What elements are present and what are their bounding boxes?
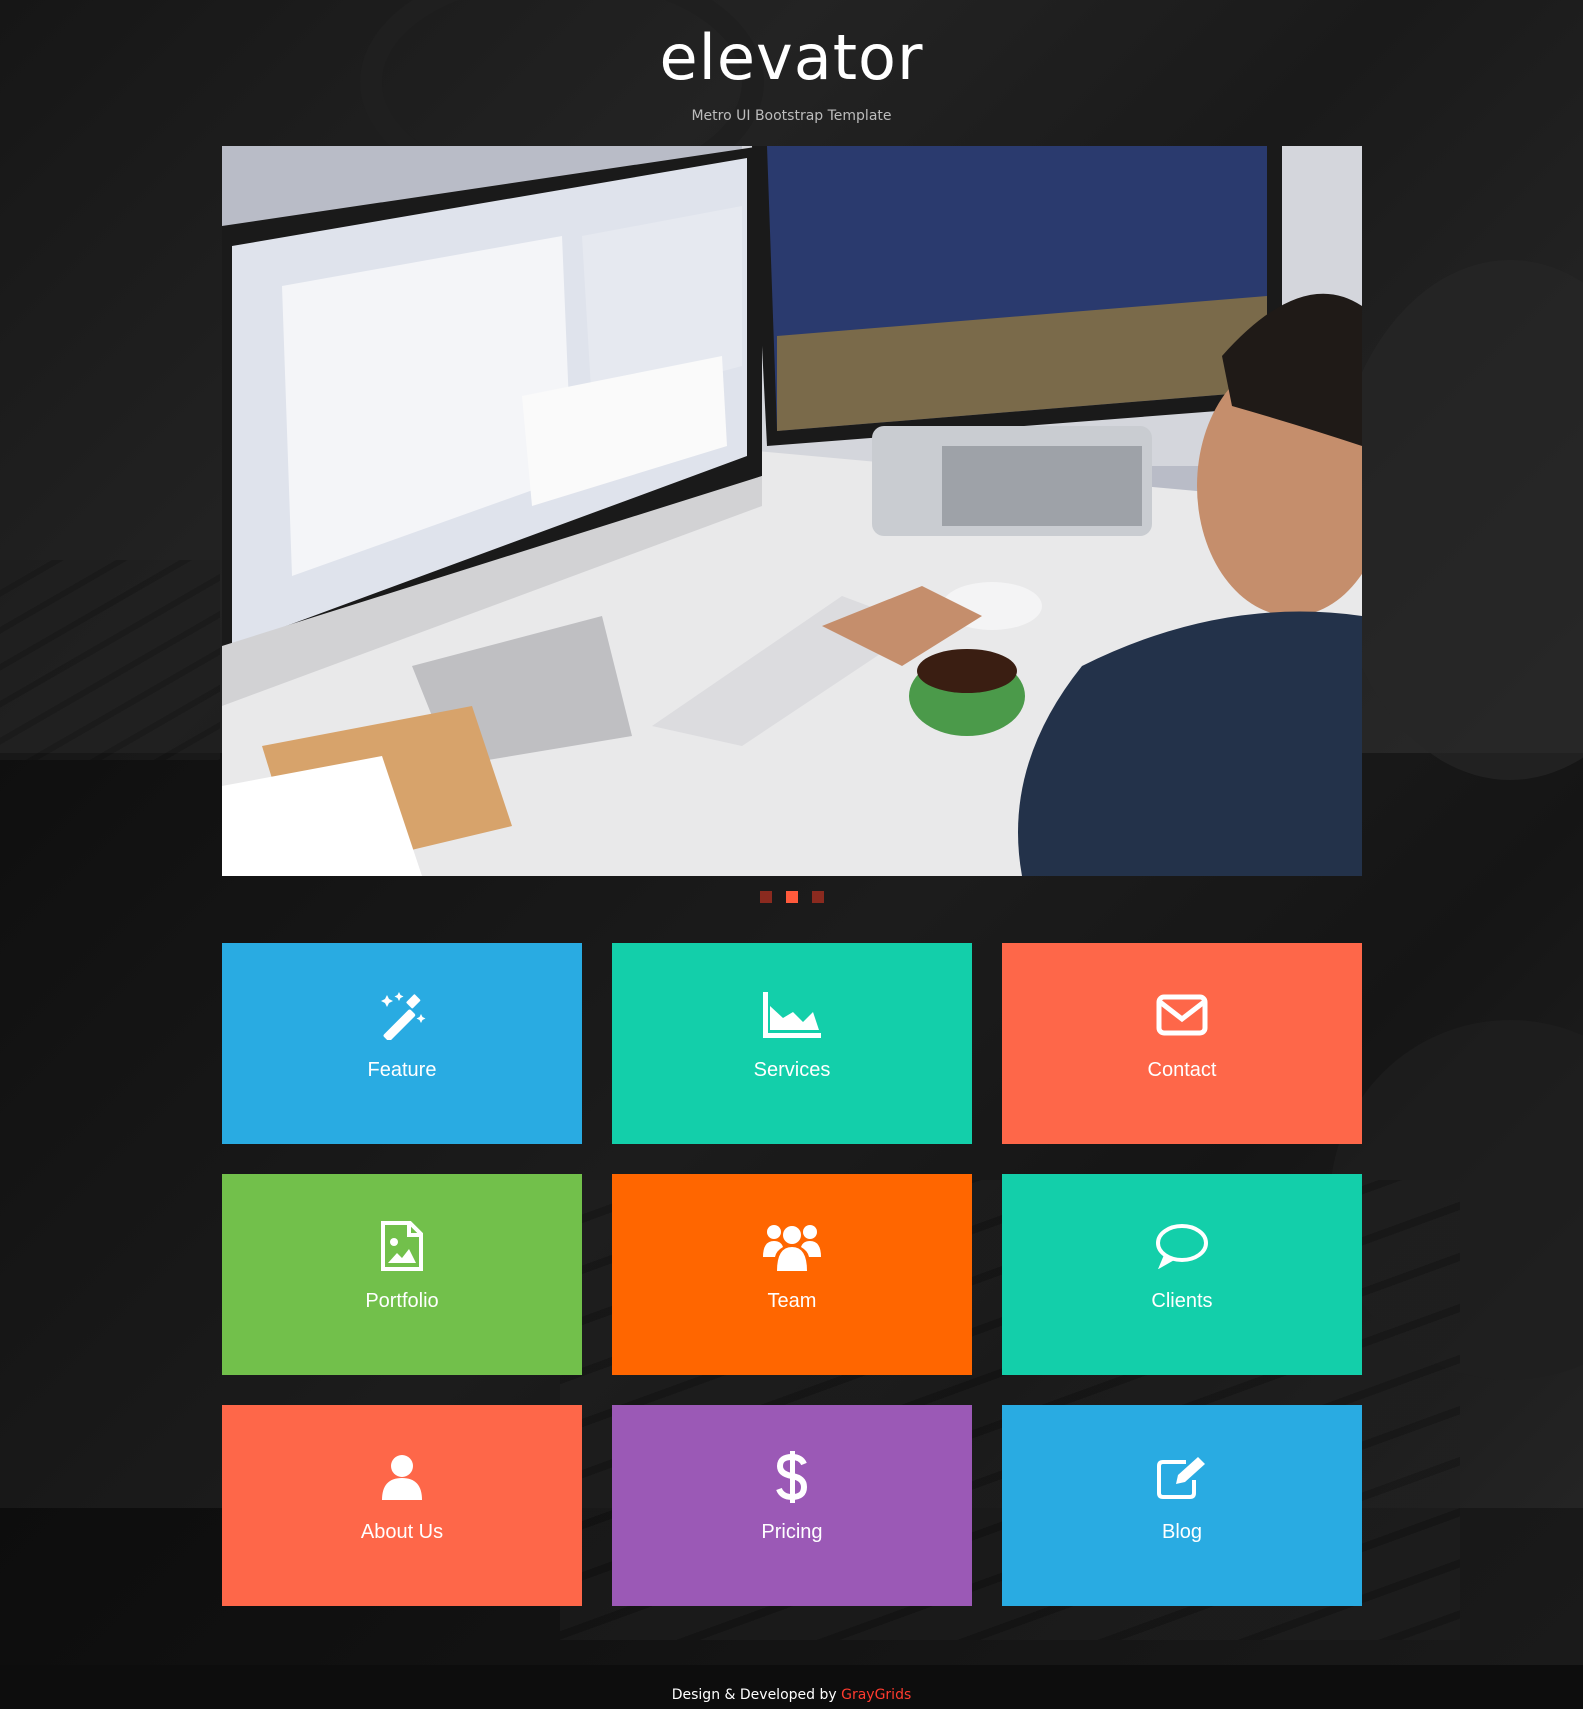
tile-blog[interactable]: Blog	[1002, 1405, 1362, 1606]
slider-dot-3[interactable]	[811, 891, 824, 903]
slider-dot-2[interactable]	[785, 891, 798, 903]
users-icon	[612, 1220, 972, 1272]
footer-credit: Design & Developed by GrayGrids	[672, 1687, 912, 1703]
tile-label: Contact	[1147, 1059, 1217, 1081]
tile-portfolio[interactable]: Portfolio	[222, 1174, 582, 1375]
site-footer: Design & Developed by GrayGrids	[0, 1665, 1583, 1709]
hero-slider-image[interactable]	[222, 146, 1362, 876]
tile-about-us[interactable]: About Us	[222, 1405, 582, 1606]
dollar-icon	[612, 1451, 972, 1503]
tile-label: Feature	[367, 1059, 437, 1081]
tile-contact[interactable]: Contact	[1002, 943, 1362, 1144]
comment-icon	[1002, 1220, 1362, 1272]
area-chart-icon	[612, 989, 972, 1041]
tile-pricing[interactable]: Pricing	[612, 1405, 972, 1606]
site-logo[interactable]: elevator	[0, 18, 1583, 98]
magic-wand-icon	[222, 989, 582, 1041]
image-file-icon	[222, 1220, 582, 1272]
tile-label: About Us	[360, 1521, 444, 1543]
tile-feature[interactable]: Feature	[222, 943, 582, 1144]
envelope-icon	[1002, 989, 1362, 1041]
site-tagline: Metro UI Bootstrap Template	[691, 108, 892, 124]
tile-clients[interactable]: Clients	[1002, 1174, 1362, 1375]
slider-pagination	[0, 891, 1583, 903]
tile-label: Team	[767, 1290, 817, 1312]
tile-label: Clients	[1151, 1290, 1213, 1312]
tile-label: Services	[753, 1059, 831, 1081]
tile-label: Blog	[1161, 1521, 1203, 1543]
background-keyboard	[0, 560, 220, 760]
slider-dot-1[interactable]	[759, 891, 772, 903]
footer-author-link[interactable]: GrayGrids	[841, 1687, 911, 1703]
tile-services[interactable]: Services	[612, 943, 972, 1144]
user-icon	[222, 1451, 582, 1503]
tile-label: Portfolio	[365, 1290, 439, 1312]
tile-label: Pricing	[761, 1521, 823, 1543]
footer-credit-prefix: Design & Developed by	[671, 1687, 842, 1703]
site-header: elevator Metro UI Bootstrap Template	[0, 18, 1583, 124]
edit-icon	[1002, 1451, 1362, 1503]
workspace-photo	[222, 146, 1362, 876]
tile-team[interactable]: Team	[612, 1174, 972, 1375]
